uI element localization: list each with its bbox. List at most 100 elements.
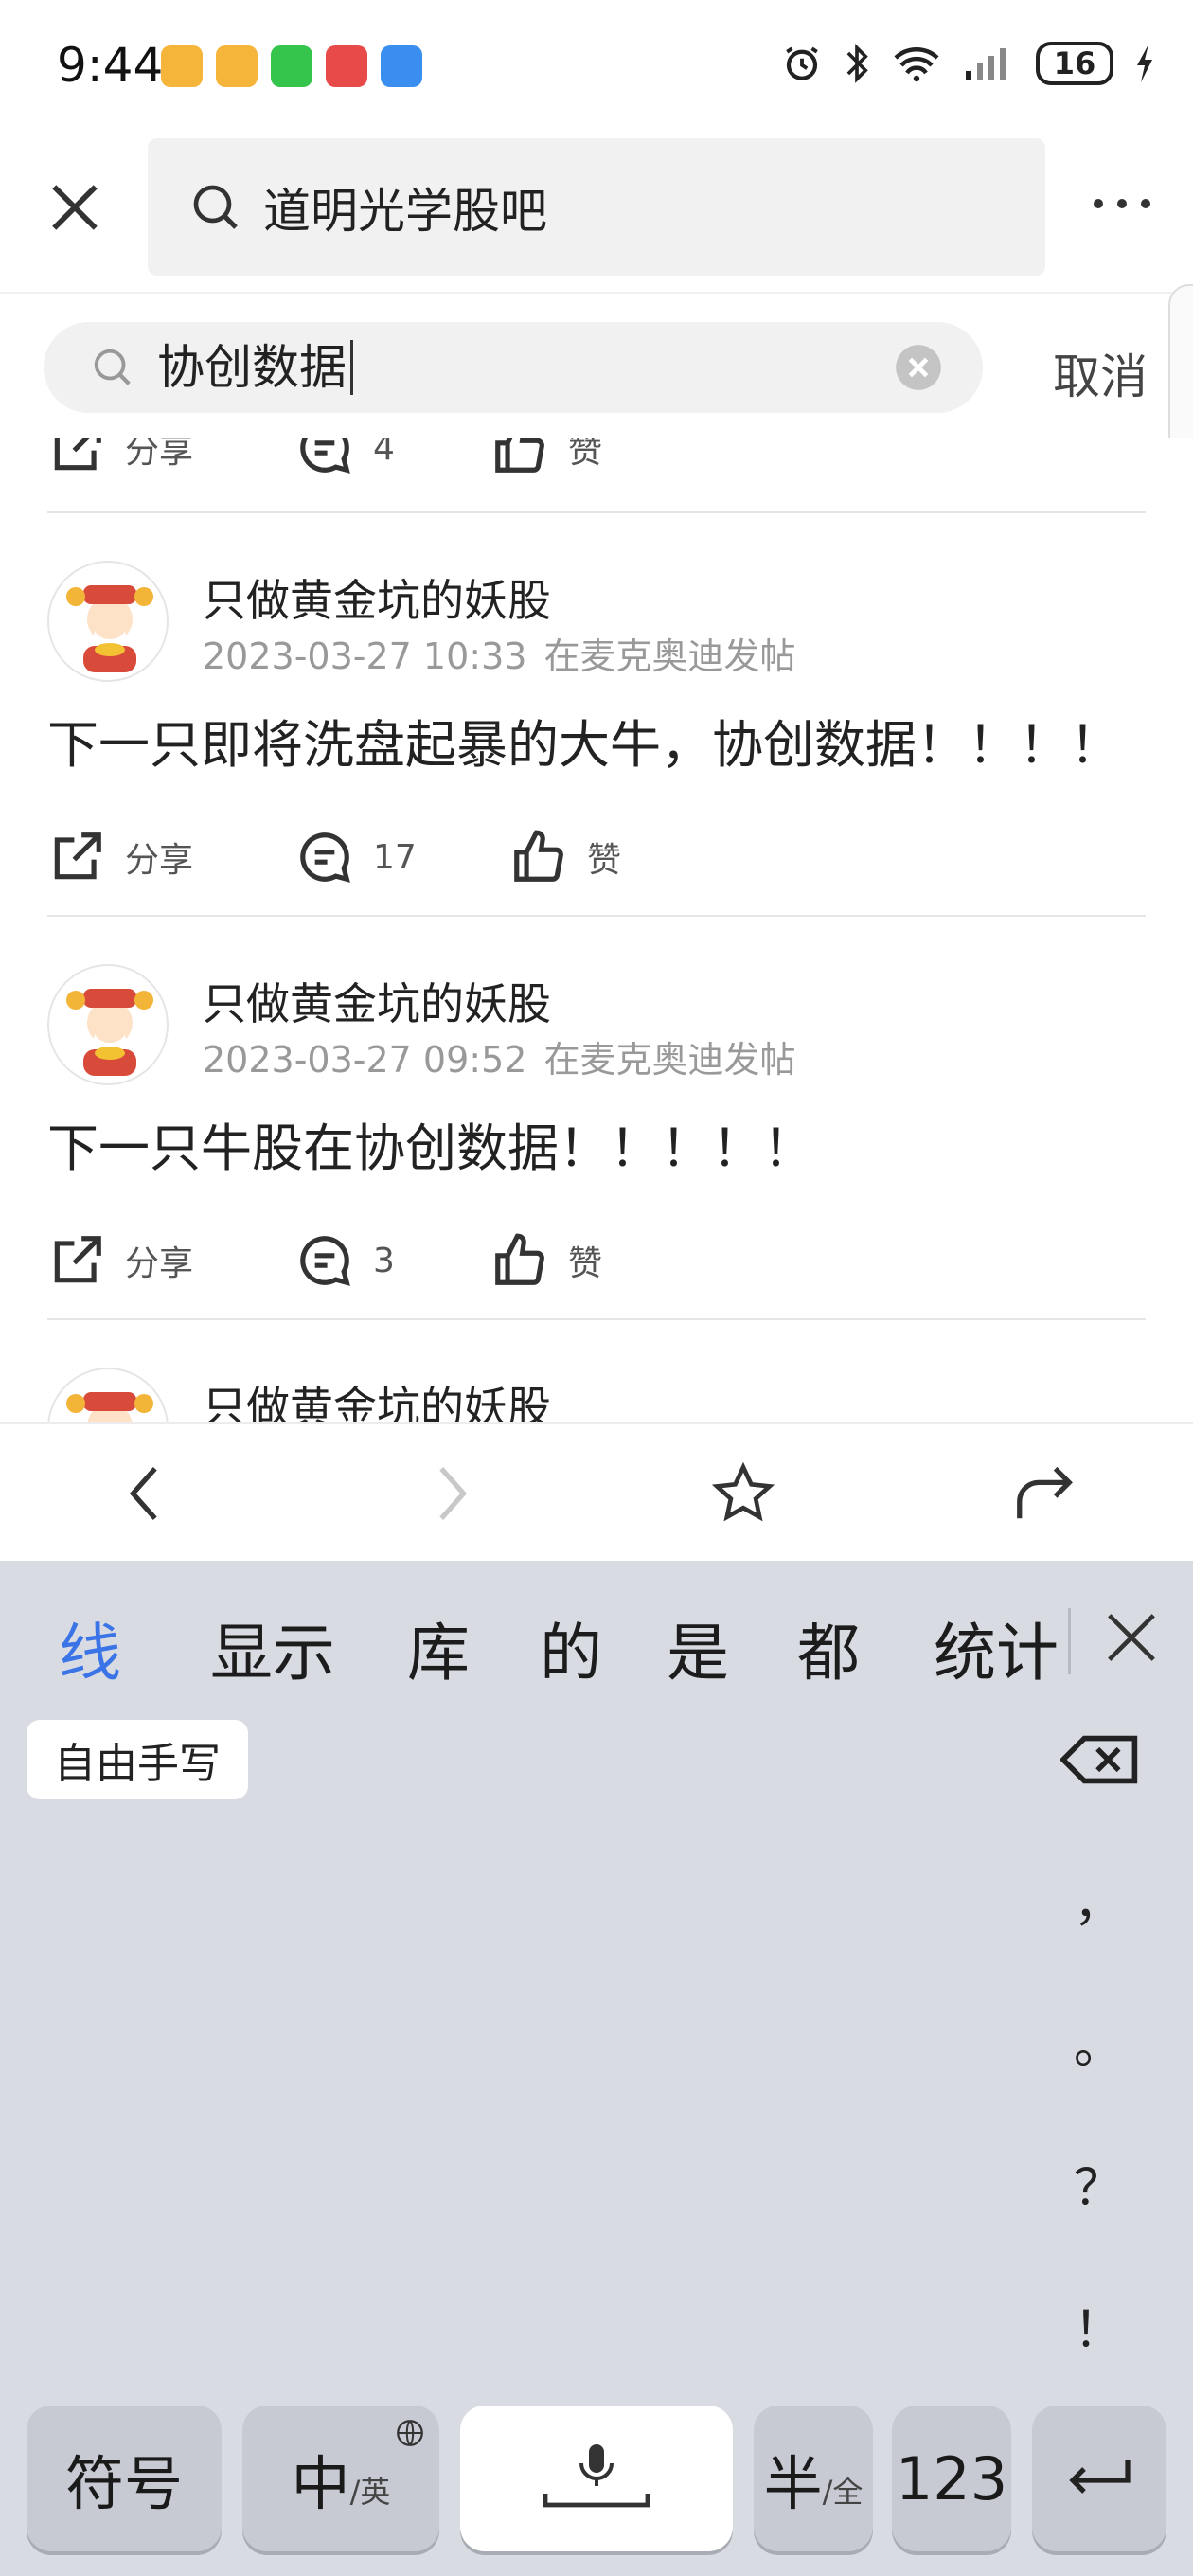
browser-toolbar xyxy=(0,1422,1193,1561)
post-meta: 2023-03-27 09:52 在麦克奥迪发帖 xyxy=(203,1030,795,1082)
post-actions: 分享 3 赞 xyxy=(47,1231,1146,1297)
like-button[interactable]: 赞 xyxy=(490,438,602,477)
author-name[interactable]: 只做黄金坑的妖股 xyxy=(203,566,551,629)
post-actions: 分享 17 赞 xyxy=(47,828,1146,894)
browser-header: 道明光学股吧 xyxy=(0,133,1193,294)
candidate-item[interactable]: 都 xyxy=(797,1602,860,1693)
numbers-key[interactable]: 123 xyxy=(892,2406,1011,2551)
weibo-icon-2 xyxy=(216,45,258,87)
comment-icon xyxy=(300,832,350,883)
author-name[interactable]: 只做黄金坑的妖股 xyxy=(203,970,551,1032)
punct-key[interactable]: ？ xyxy=(1070,2148,1127,2219)
comment-button[interactable]: 4 xyxy=(295,438,395,477)
like-label: 赞 xyxy=(587,841,622,880)
close-icon[interactable] xyxy=(1102,1608,1161,1667)
candidate-item[interactable]: 统计 xyxy=(934,1602,1059,1693)
share-icon xyxy=(54,832,101,880)
bluetooth-icon xyxy=(846,44,868,83)
search-input[interactable]: 协创数据 xyxy=(157,340,353,395)
post-datetime: 2023-03-27 09:52 xyxy=(203,1039,527,1081)
cancel-button[interactable]: 取消 xyxy=(1053,339,1148,407)
comment-button[interactable]: 17 xyxy=(295,828,417,886)
share-button[interactable]: 分享 xyxy=(47,1231,193,1290)
avatar[interactable] xyxy=(47,561,169,682)
enter-key[interactable] xyxy=(1032,2406,1166,2551)
back-icon[interactable] xyxy=(114,1460,180,1527)
avatar[interactable] xyxy=(47,1368,169,1422)
share-label: 分享 xyxy=(125,841,194,880)
comment-icon xyxy=(300,1236,350,1286)
battery-indicator: 16 xyxy=(1036,42,1113,85)
candidate-item[interactable]: 显示 xyxy=(210,1602,335,1693)
half-sub-label: /全 xyxy=(822,2474,864,2510)
like-label: 赞 xyxy=(568,1244,603,1283)
lang-sub-label: /英 xyxy=(349,2474,391,2510)
candidate-item[interactable]: 库 xyxy=(407,1602,470,1693)
app-notification-icon xyxy=(326,45,367,87)
post-feed[interactable]: 分享 4 赞 只做黄金坑的妖股 2023-03-27 10:33 在麦克奥迪发帖 xyxy=(0,438,1193,1422)
candidate-item[interactable]: 线 xyxy=(59,1602,121,1693)
divider xyxy=(47,511,1146,513)
thumbs-up-icon xyxy=(495,438,544,473)
half-main-label: 半 xyxy=(763,2449,823,2518)
search-field[interactable]: 协创数据 xyxy=(44,322,983,413)
more-icon[interactable] xyxy=(1089,189,1155,218)
punct-key[interactable]: ！ xyxy=(1070,2290,1127,2361)
author-name[interactable]: 只做黄金坑的妖股 xyxy=(203,1373,551,1422)
share-button[interactable]: 分享 xyxy=(47,438,193,477)
caishen-avatar-icon xyxy=(66,1392,153,1422)
search-icon xyxy=(193,185,238,229)
post-content[interactable]: 下一只即将洗盘起暴的大牛，协创数据！！！！ xyxy=(47,703,1121,778)
post-datetime: 2023-03-27 10:33 xyxy=(203,635,527,677)
share-label: 分享 xyxy=(125,1244,194,1283)
wechat-icon xyxy=(271,45,312,87)
backspace-icon[interactable] xyxy=(1060,1731,1140,1788)
caishen-avatar-icon xyxy=(66,989,153,1076)
share-page-icon[interactable] xyxy=(1011,1460,1077,1527)
search-icon xyxy=(94,349,131,385)
divider xyxy=(47,1318,1146,1320)
free-handwriting-button[interactable]: 自由手写 xyxy=(27,1720,248,1799)
candidate-item[interactable]: 的 xyxy=(540,1602,602,1693)
comment-button[interactable]: 3 xyxy=(295,1231,395,1290)
forward-icon[interactable] xyxy=(417,1460,483,1527)
post-item[interactable]: 只做黄金坑的妖股 xyxy=(47,1368,1146,1422)
post-location: 在麦克奥迪发帖 xyxy=(543,635,796,677)
caishen-avatar-icon xyxy=(66,585,153,672)
thumbs-up-icon xyxy=(514,830,563,882)
like-button[interactable]: 赞 xyxy=(490,1231,602,1290)
message-icon xyxy=(381,45,422,87)
url-bar[interactable]: 道明光学股吧 xyxy=(148,138,1045,276)
language-switch-key[interactable]: 中/英 xyxy=(242,2406,439,2551)
half-full-width-key[interactable]: 半/全 xyxy=(754,2406,873,2551)
share-button[interactable]: 分享 xyxy=(47,828,193,886)
post-item[interactable]: 只做黄金坑的妖股 2023-03-27 10:33 在麦克奥迪发帖 下一只即将洗盘… xyxy=(47,561,1146,835)
comment-icon xyxy=(300,438,350,474)
punct-key[interactable]: ， xyxy=(1070,1864,1127,1935)
lang-main-label: 中 xyxy=(291,2449,350,2518)
clear-icon[interactable] xyxy=(894,343,943,392)
post-content[interactable]: 下一只牛股在协创数据！！！！！ xyxy=(47,1106,814,1181)
candidate-item[interactable]: 是 xyxy=(667,1602,729,1693)
post-item[interactable]: 只做黄金坑的妖股 2023-03-27 09:52 在麦克奥迪发帖 下一只牛股在协… xyxy=(47,964,1146,1239)
close-icon[interactable] xyxy=(47,180,102,235)
divider xyxy=(47,915,1146,917)
comment-count: 17 xyxy=(373,837,417,877)
punct-key[interactable]: 。 xyxy=(1070,2006,1127,2077)
weibo-icon xyxy=(161,45,203,87)
symbols-key[interactable]: 符号 xyxy=(27,2406,222,2551)
star-icon[interactable] xyxy=(710,1460,776,1527)
share-icon xyxy=(54,1236,101,1283)
avatar[interactable] xyxy=(47,964,169,1085)
candidate-bar: 线 显示 库 的 是 都 统计 xyxy=(0,1561,1193,1712)
status-bar: 9:44 16 xyxy=(0,0,1193,133)
space-key[interactable] xyxy=(460,2406,733,2551)
status-time: 9:44 xyxy=(57,38,164,93)
like-button[interactable]: 赞 xyxy=(509,828,621,886)
thumbs-up-icon xyxy=(495,1233,544,1285)
comment-count: 3 xyxy=(373,1241,395,1280)
numbers-key-label: 123 xyxy=(895,2443,1008,2513)
search-row: 协创数据 取消 xyxy=(0,295,1193,438)
like-label: 赞 xyxy=(568,438,603,471)
comment-count: 4 xyxy=(373,438,395,468)
